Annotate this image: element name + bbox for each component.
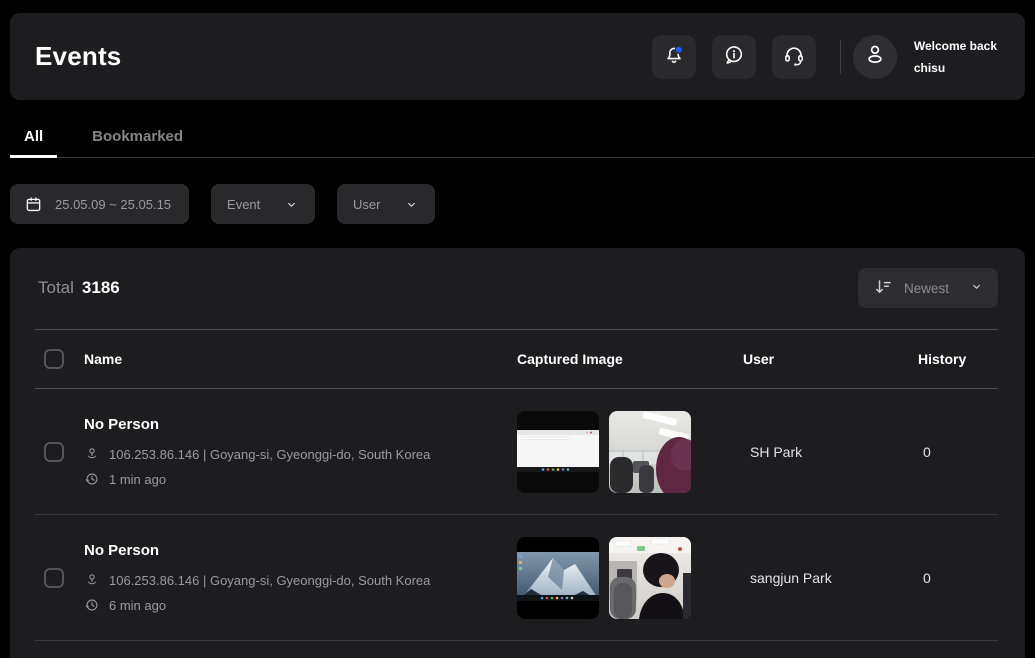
support-button[interactable]: [772, 35, 816, 79]
welcome-username: chisu: [914, 57, 997, 79]
clock-history-icon: [84, 597, 100, 613]
event-name-cell: No Person 106.253.86.146 | Goyang-si, Gy…: [84, 416, 517, 487]
chevron-down-icon: [969, 279, 984, 297]
column-header-captured-image: Captured Image: [517, 351, 750, 367]
captured-image-screen[interactable]: [517, 537, 599, 619]
captured-image-webcam[interactable]: [609, 411, 691, 493]
total-count: Total 3186: [38, 278, 120, 298]
info-bubble-icon: [722, 43, 746, 70]
total-value: 3186: [82, 278, 120, 297]
header-divider: [840, 40, 841, 74]
history-count: 0: [923, 570, 998, 586]
event-time-line: 1 min ago: [84, 471, 517, 487]
profile-avatar[interactable]: [853, 35, 897, 79]
event-name: No Person: [84, 542, 517, 559]
event-location-line: 106.253.86.146 | Goyang-si, Gyeonggi-do,…: [84, 446, 517, 462]
location-pin-icon: [84, 572, 100, 588]
row-checkbox[interactable]: [44, 568, 64, 588]
user-filter-dropdown[interactable]: User: [337, 184, 435, 224]
tab-bar: All Bookmarked: [10, 118, 1035, 158]
notification-button[interactable]: [652, 35, 696, 79]
total-label: Total: [38, 278, 74, 297]
chevron-down-icon: [284, 197, 299, 212]
captured-image-screen[interactable]: [517, 411, 599, 493]
table-header-row: Name Captured Image User History: [35, 329, 998, 389]
event-location: 106.253.86.146 | Goyang-si, Gyeonggi-do,…: [109, 573, 430, 588]
event-name-cell: No Person 106.253.86.146 | Goyang-si, Gy…: [84, 542, 517, 613]
welcome-text: Welcome back chisu: [914, 35, 997, 79]
table-row[interactable]: No Person 106.253.86.146 | Goyang-si, Gy…: [35, 515, 998, 641]
event-filter-label: Event: [227, 197, 260, 212]
user-name: sangjun Park: [750, 570, 918, 586]
header-actions: Welcome back chisu: [652, 13, 997, 100]
chevron-down-icon: [404, 197, 419, 212]
person-icon: [862, 41, 888, 72]
captured-image-webcam[interactable]: [609, 537, 691, 619]
date-range-filter[interactable]: 25.05.09 ~ 25.05.15: [10, 184, 189, 224]
event-time-line: 6 min ago: [84, 597, 517, 613]
user-name: SH Park: [750, 444, 918, 460]
event-name: No Person: [84, 416, 517, 433]
event-location-line: 106.253.86.146 | Goyang-si, Gyeonggi-do,…: [84, 572, 517, 588]
events-panel: Total 3186 Newest: [10, 248, 1025, 658]
header: Events: [10, 13, 1025, 100]
tab-all[interactable]: All: [10, 118, 57, 158]
select-all-checkbox[interactable]: [44, 349, 64, 369]
location-pin-icon: [84, 446, 100, 462]
page-title: Events: [35, 41, 121, 72]
history-count: 0: [923, 444, 998, 460]
bell-icon: [662, 43, 686, 70]
tab-bookmarked[interactable]: Bookmarked: [78, 118, 197, 158]
unread-dot: [675, 46, 682, 53]
info-button[interactable]: [712, 35, 756, 79]
captured-images-cell: [517, 537, 750, 619]
event-time: 6 min ago: [109, 598, 166, 613]
event-time: 1 min ago: [109, 472, 166, 487]
date-range-value: 25.05.09 ~ 25.05.15: [55, 197, 171, 212]
column-header-history: History: [918, 351, 998, 367]
sort-descending-icon: [872, 276, 894, 301]
event-location: 106.253.86.146 | Goyang-si, Gyeonggi-do,…: [109, 447, 430, 462]
user-filter-label: User: [353, 197, 380, 212]
calendar-icon: [24, 195, 43, 214]
clock-history-icon: [84, 471, 100, 487]
panel-header: Total 3186 Newest: [10, 248, 1025, 308]
events-page: Events: [0, 0, 1035, 658]
column-header-user: User: [743, 351, 918, 367]
event-filter-dropdown[interactable]: Event: [211, 184, 315, 224]
row-checkbox[interactable]: [44, 442, 64, 462]
headset-icon: [782, 43, 806, 70]
column-header-name: Name: [84, 351, 517, 367]
events-table: Name Captured Image User History No Pers…: [35, 329, 998, 641]
filter-bar: 25.05.09 ~ 25.05.15 Event User: [10, 184, 457, 224]
sort-selected-value: Newest: [904, 281, 949, 296]
captured-images-cell: [517, 411, 750, 493]
table-row[interactable]: No Person 106.253.86.146 | Goyang-si, Gy…: [35, 389, 998, 515]
sort-dropdown[interactable]: Newest: [858, 268, 998, 308]
welcome-line1: Welcome back: [914, 35, 997, 57]
